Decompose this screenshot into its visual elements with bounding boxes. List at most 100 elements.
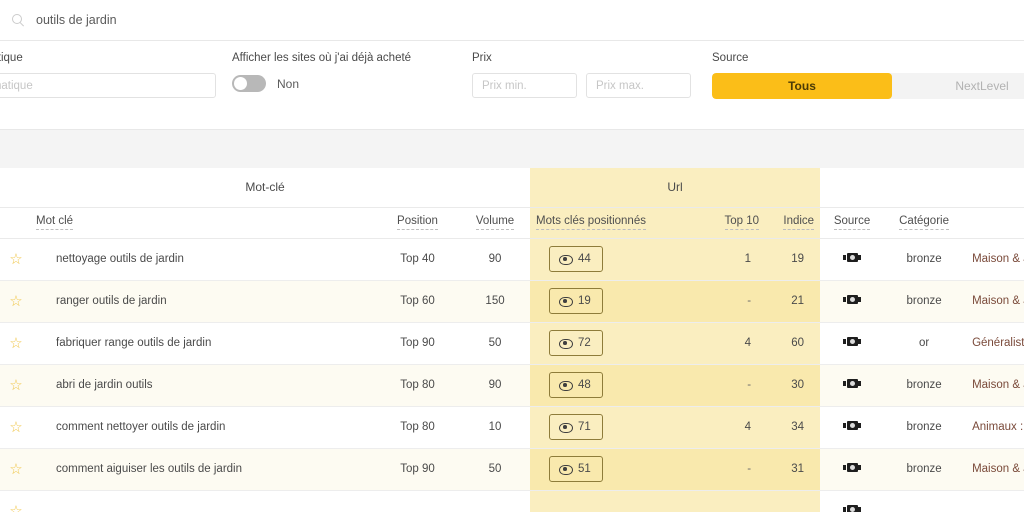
row-position: Top 90 <box>375 448 460 491</box>
row-favorite-star[interactable]: ☆ <box>0 238 30 281</box>
star-icon[interactable]: ☆ <box>9 252 22 267</box>
row-position: Top 60 <box>375 280 460 323</box>
thematique-text: Maison & J <box>972 253 1024 265</box>
thematique-input[interactable] <box>0 73 216 98</box>
ranked-keywords-count: 19 <box>578 295 591 307</box>
row-ranked-keywords: 72 <box>530 322 691 365</box>
row-source <box>820 448 885 491</box>
star-icon[interactable]: ☆ <box>9 336 22 351</box>
row-source <box>820 280 885 323</box>
col-top10[interactable]: Top 10 <box>690 206 766 239</box>
thematique-text: Maison & J <box>972 295 1024 307</box>
col-categorie[interactable]: Catégorie <box>884 206 965 239</box>
already-bought-label: Afficher les sites où j'ai déjà acheté <box>232 52 412 64</box>
col-indice[interactable]: Indice <box>765 206 821 239</box>
star-icon[interactable]: ☆ <box>9 420 22 435</box>
row-position: Top 90 <box>375 322 460 365</box>
col-keyword[interactable]: Mot clé <box>30 206 375 239</box>
row-favorite-star[interactable]: ☆ <box>0 364 30 407</box>
table-row[interactable]: ☆ <box>0 490 1024 512</box>
already-bought-toggle[interactable] <box>232 75 266 92</box>
col-ranked-keywords[interactable]: Mots clés positionnés <box>530 206 691 239</box>
row-favorite-star[interactable]: ☆ <box>0 322 30 365</box>
ranked-keywords-count: 44 <box>578 253 591 265</box>
row-top10: 4 <box>690 406 766 449</box>
table-row[interactable]: ☆ comment nettoyer outils de jardin Top 80… <box>0 406 1024 449</box>
source-brand-icon <box>842 420 862 431</box>
row-thematique: Maison & J <box>964 238 1024 281</box>
row-volume: 90 <box>460 364 531 407</box>
row-indice: 30 <box>765 364 821 407</box>
row-keyword: nettoyage outils de jardin <box>30 238 375 281</box>
ranked-keywords-badge[interactable]: 48 <box>549 372 603 398</box>
results-table-container: Mot-clé Url Mot clé Position Volume Mots… <box>0 168 1024 512</box>
thematique-label: Thématique <box>0 52 23 64</box>
row-favorite-star[interactable]: ☆ <box>0 406 30 449</box>
star-icon[interactable]: ☆ <box>9 294 22 309</box>
row-volume: 90 <box>460 238 531 281</box>
row-keyword: ranger outils de jardin <box>30 280 375 323</box>
col-volume[interactable]: Volume <box>460 206 531 239</box>
eye-icon <box>559 253 574 265</box>
row-top10: - <box>690 448 766 491</box>
eye-icon <box>559 295 574 307</box>
row-categorie: bronze <box>884 238 965 281</box>
row-thematique: Maison & J <box>964 280 1024 323</box>
table-row[interactable]: ☆ comment aiguiser les outils de jardin To… <box>0 448 1024 491</box>
thematique-text: Généralist <box>972 337 1024 349</box>
row-favorite-star[interactable]: ☆ <box>0 280 30 323</box>
ranked-keywords-badge[interactable]: 72 <box>549 330 603 356</box>
source-option-nextlevel[interactable]: NextLevel <box>892 73 1024 99</box>
row-categorie: bronze <box>884 448 965 491</box>
eye-icon <box>559 337 574 349</box>
row-favorite-star[interactable]: ☆ <box>0 490 30 512</box>
ranked-keywords-badge[interactable]: 71 <box>549 414 603 440</box>
col-position[interactable]: Position <box>375 206 460 239</box>
eye-icon <box>559 463 574 475</box>
table-body: ☆ nettoyage outils de jardin Top 40 90 44 1 19… <box>0 238 1024 512</box>
row-position: Top 80 <box>375 364 460 407</box>
ranked-keywords-badge[interactable]: 19 <box>549 288 603 314</box>
row-indice: 60 <box>765 322 821 365</box>
price-min-input[interactable] <box>472 73 577 98</box>
row-indice: 31 <box>765 448 821 491</box>
ranked-keywords-count: 72 <box>578 337 591 349</box>
col-star <box>0 206 30 239</box>
toggle-knob <box>234 77 247 90</box>
ranked-keywords-badge[interactable]: 51 <box>549 456 603 482</box>
row-volume: 10 <box>460 406 531 449</box>
table-row[interactable]: ☆ ranger outils de jardin Top 60 150 19 -21 br… <box>0 280 1024 323</box>
row-ranked-keywords: 71 <box>530 406 691 449</box>
row-ranked-keywords: 19 <box>530 280 691 323</box>
filter-source: Source Tous NextLevel Partenaires <box>712 41 1024 99</box>
row-position <box>375 490 460 512</box>
col-source[interactable]: Source <box>820 206 885 239</box>
row-favorite-star[interactable]: ☆ <box>0 448 30 491</box>
row-thematique: Généralist <box>964 322 1024 365</box>
table-row[interactable]: ☆ fabriquer range outils de jardin Top 90 5… <box>0 322 1024 365</box>
search-icon <box>12 13 25 27</box>
row-keyword <box>30 490 375 512</box>
row-volume: 50 <box>460 322 531 365</box>
row-position: Top 80 <box>375 406 460 449</box>
ranked-keywords-badge[interactable]: 44 <box>549 246 603 272</box>
row-source <box>820 238 885 281</box>
group-header-url: Url <box>530 168 821 207</box>
price-max-input[interactable] <box>586 73 691 98</box>
star-icon[interactable]: ☆ <box>9 504 22 512</box>
star-icon[interactable]: ☆ <box>9 378 22 393</box>
already-bought-state: Non <box>277 76 300 91</box>
col-thematique <box>964 206 1024 239</box>
star-icon[interactable]: ☆ <box>9 462 22 477</box>
search-input[interactable] <box>36 13 436 27</box>
row-keyword: fabriquer range outils de jardin <box>30 322 375 365</box>
source-option-tous[interactable]: Tous <box>712 73 892 99</box>
table-row[interactable]: ☆ abri de jardin outils Top 80 90 48 -30 bronz… <box>0 364 1024 407</box>
eye-icon <box>559 379 574 391</box>
thematique-text: Maison & J <box>972 463 1024 475</box>
row-indice <box>765 490 821 512</box>
ranked-keywords-count: 71 <box>578 421 591 433</box>
row-categorie: bronze <box>884 364 965 407</box>
row-indice: 34 <box>765 406 821 449</box>
table-row[interactable]: ☆ nettoyage outils de jardin Top 40 90 44 1 19… <box>0 238 1024 281</box>
